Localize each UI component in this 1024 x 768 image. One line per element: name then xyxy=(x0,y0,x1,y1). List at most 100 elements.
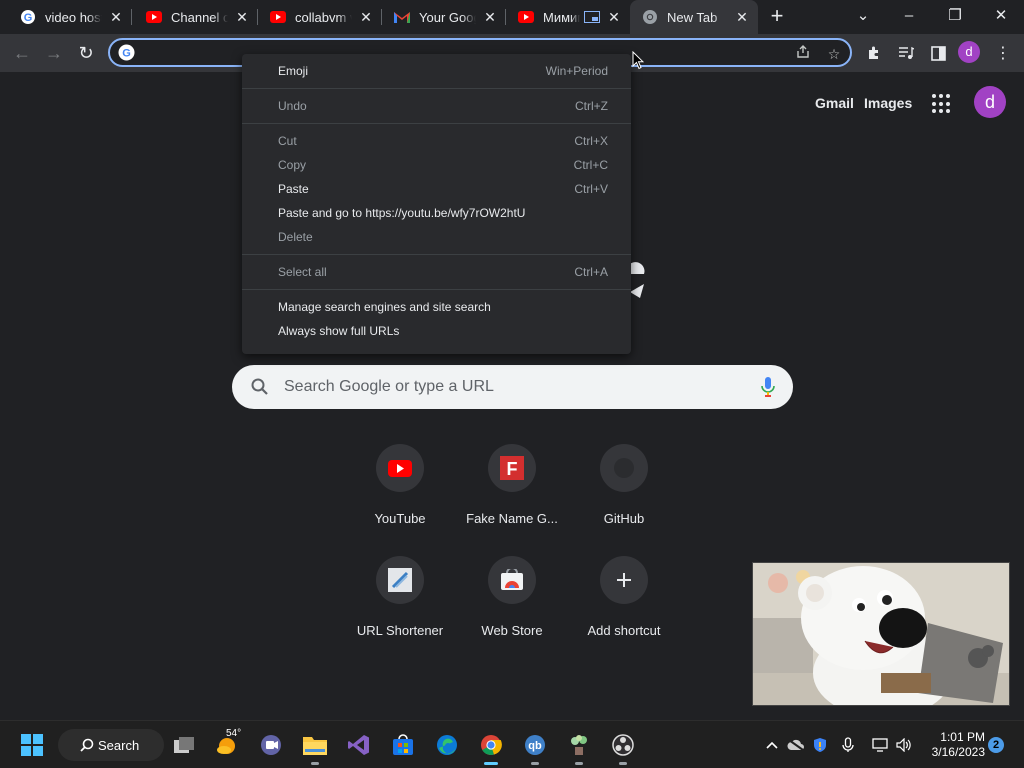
qbittorrent-icon: qb xyxy=(525,735,545,755)
menu-item-copy[interactable]: Copy Ctrl+C xyxy=(278,153,608,177)
profile-avatar[interactable]: d xyxy=(958,41,980,63)
close-icon[interactable]: ✕ xyxy=(234,9,250,25)
microphone-icon[interactable] xyxy=(761,376,775,398)
close-icon[interactable]: ✕ xyxy=(482,9,498,25)
menu-separator xyxy=(242,254,631,255)
tab-search-button[interactable]: ⌄ xyxy=(840,2,886,30)
clock-time: 1:01 PM xyxy=(940,730,985,744)
menu-item-shortcut: Ctrl+X xyxy=(574,134,608,148)
chrome-taskbar-button[interactable] xyxy=(476,730,506,765)
menu-item-paste[interactable]: Paste Ctrl+V xyxy=(278,177,608,201)
side-panel-icon[interactable] xyxy=(927,42,949,64)
tab-title: New Tab xyxy=(667,9,718,25)
notification-count-badge[interactable]: 2 xyxy=(988,737,1004,753)
taskbar-search-button[interactable]: Search xyxy=(58,729,164,761)
task-view-button[interactable] xyxy=(169,730,199,760)
forward-button[interactable]: → xyxy=(40,39,68,67)
close-icon[interactable]: ✕ xyxy=(108,9,124,25)
visual-studio-button[interactable] xyxy=(344,730,374,760)
google-apps-icon[interactable] xyxy=(932,94,952,114)
menu-item-undo[interactable]: Undo Ctrl+Z xyxy=(278,94,608,118)
menu-item-manage-search-engines[interactable]: Manage search engines and site search xyxy=(278,295,608,319)
github-icon xyxy=(600,444,648,492)
shortcut-url-shortener[interactable]: URL Shortener xyxy=(344,556,456,638)
close-icon[interactable]: ✕ xyxy=(358,9,374,25)
weather-temperature: 54° xyxy=(226,728,242,739)
obs-studio-button[interactable] xyxy=(608,730,638,765)
shortcut-label: Add shortcut xyxy=(587,623,661,638)
reload-button[interactable]: ↻ xyxy=(72,39,100,67)
youtube-icon xyxy=(376,444,424,492)
new-tab-button[interactable]: + xyxy=(764,5,790,29)
media-controls-icon[interactable] xyxy=(895,42,917,64)
windows-start-icon xyxy=(21,734,43,756)
tab-channel-content[interactable]: Channel content ✕ xyxy=(134,0,258,34)
svg-text:F: F xyxy=(507,459,518,479)
menu-item-cut[interactable]: Cut Ctrl+X xyxy=(278,129,608,153)
plus-icon xyxy=(600,556,648,604)
menu-item-shortcut: Win+Period xyxy=(545,64,608,78)
svg-text:G: G xyxy=(122,48,131,60)
tab-title: collabvm vi xyxy=(295,9,352,25)
shortcut-label: Web Store xyxy=(481,623,543,638)
back-button[interactable]: ← xyxy=(8,39,36,67)
edge-icon xyxy=(437,735,457,755)
network-icon[interactable] xyxy=(871,736,889,754)
shortcut-github[interactable]: GitHub xyxy=(568,444,680,526)
account-avatar[interactable]: d xyxy=(974,86,1006,118)
more-menu-icon[interactable]: ⋮ xyxy=(992,42,1014,64)
context-menu: Emoji Win+Period Undo Ctrl+Z Cut Ctrl+X … xyxy=(242,54,631,354)
share-icon[interactable] xyxy=(793,44,813,64)
taskbar-clock[interactable]: 1:01 PM 3/16/2023 xyxy=(923,730,985,760)
close-icon[interactable]: ✕ xyxy=(734,9,750,25)
minimize-button[interactable]: – xyxy=(886,2,932,30)
tab-collabvm[interactable]: collabvm vi ✕ xyxy=(258,0,382,34)
edge-button[interactable] xyxy=(432,730,462,760)
close-window-button[interactable]: ✕ xyxy=(978,2,1024,30)
shortcut-youtube[interactable]: YouTube xyxy=(344,444,456,526)
file-explorer-button[interactable] xyxy=(300,730,330,765)
video-frame-image xyxy=(753,563,1009,705)
qbittorrent-button[interactable]: qb xyxy=(520,730,550,765)
mouse-cursor-icon xyxy=(632,51,644,70)
shortcut-fake-name[interactable]: F Fake Name G... xyxy=(456,444,568,526)
shortcut-web-store[interactable]: Web Store xyxy=(456,556,568,638)
tab-title: Channel content xyxy=(171,9,228,25)
extensions-puzzle-icon[interactable] xyxy=(863,42,885,64)
menu-item-always-show-full-urls[interactable]: Always show full URLs xyxy=(278,319,608,343)
chrome-icon xyxy=(481,735,502,755)
store-icon xyxy=(393,734,413,755)
volume-icon[interactable] xyxy=(895,736,913,754)
menu-item-select-all[interactable]: Select all Ctrl+A xyxy=(278,260,608,284)
tab-new-tab[interactable]: New Tab ✕ xyxy=(630,0,758,34)
security-shield-icon[interactable] xyxy=(811,736,829,754)
microsoft-store-button[interactable] xyxy=(388,730,418,760)
teams-chat-button[interactable] xyxy=(256,730,286,760)
svg-text:qb: qb xyxy=(528,740,542,752)
google-search-box[interactable]: Search Google or type a URL xyxy=(232,365,793,409)
images-link[interactable]: Images xyxy=(864,95,912,111)
menu-item-shortcut: Ctrl+A xyxy=(574,265,608,279)
bookmark-star-icon[interactable]: ☆ xyxy=(824,44,844,64)
start-button[interactable] xyxy=(17,730,47,760)
show-hidden-icons-chevron-icon[interactable] xyxy=(763,736,781,754)
gmail-link[interactable]: Gmail xyxy=(815,95,854,111)
onedrive-cloud-icon[interactable] xyxy=(787,736,805,754)
menu-item-label: Paste and go to https://youtu.be/wfy7rOW… xyxy=(278,206,526,220)
close-icon[interactable]: ✕ xyxy=(606,9,622,25)
add-shortcut-button[interactable]: Add shortcut xyxy=(568,556,680,638)
gimp-like-app-button[interactable] xyxy=(564,730,594,765)
microphone-icon[interactable] xyxy=(839,736,857,754)
tab-mimimi[interactable]: Мимими ✕ xyxy=(506,0,630,34)
tab-separator xyxy=(131,9,132,25)
url-shortener-icon xyxy=(376,556,424,604)
restore-button[interactable]: ❐ xyxy=(932,2,978,30)
menu-item-emoji[interactable]: Emoji Win+Period xyxy=(278,59,608,83)
menu-item-delete[interactable]: Delete xyxy=(278,225,608,249)
chrome-icon xyxy=(642,9,658,25)
tab-video-hosting[interactable]: G video hosting ✕ xyxy=(8,0,132,34)
menu-item-paste-and-go[interactable]: Paste and go to https://youtu.be/wfy7rOW… xyxy=(278,201,608,225)
picture-in-picture-video[interactable] xyxy=(752,562,1010,706)
tab-your-google[interactable]: Your Google ✕ xyxy=(382,0,506,34)
tab-title: Мимими xyxy=(543,9,580,25)
